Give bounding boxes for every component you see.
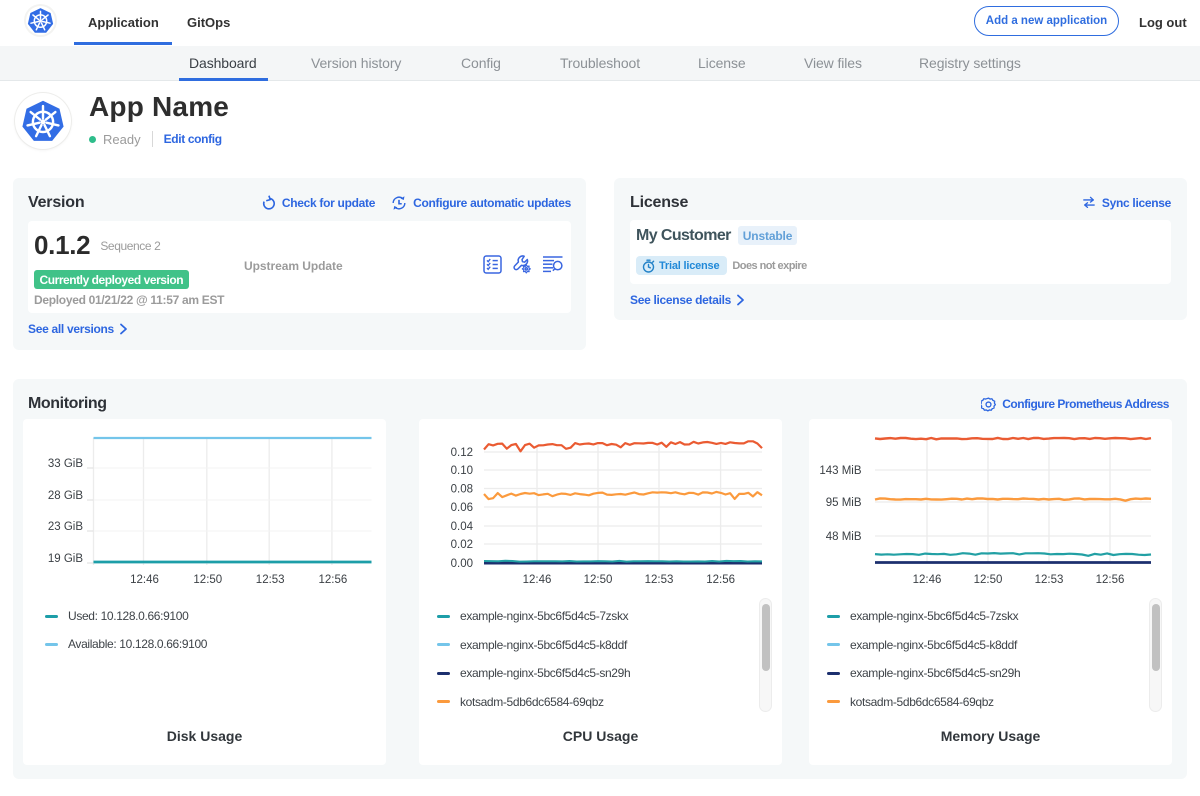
- svg-text:12:53: 12:53: [256, 574, 285, 586]
- svg-text:33 GiB: 33 GiB: [48, 458, 83, 470]
- svg-text:12:53: 12:53: [1035, 574, 1064, 586]
- svg-text:0.04: 0.04: [451, 521, 474, 533]
- svg-text:12:56: 12:56: [1096, 574, 1125, 586]
- svg-text:12:50: 12:50: [974, 574, 1003, 586]
- svg-text:0.10: 0.10: [451, 465, 473, 477]
- svg-text:23 GiB: 23 GiB: [48, 521, 83, 533]
- svg-text:12:46: 12:46: [913, 574, 942, 586]
- svg-text:12:53: 12:53: [645, 574, 674, 586]
- svg-text:0.02: 0.02: [451, 539, 473, 551]
- svg-text:48 MiB: 48 MiB: [826, 531, 862, 543]
- svg-text:0.00: 0.00: [451, 558, 473, 570]
- svg-text:12:46: 12:46: [523, 574, 552, 586]
- svg-text:0.06: 0.06: [451, 502, 473, 514]
- svg-text:12:56: 12:56: [706, 574, 735, 586]
- svg-text:19 GiB: 19 GiB: [48, 553, 83, 565]
- svg-text:143 MiB: 143 MiB: [819, 465, 862, 477]
- svg-text:0.08: 0.08: [451, 484, 473, 496]
- svg-text:12:56: 12:56: [319, 574, 348, 586]
- svg-text:12:46: 12:46: [130, 574, 159, 586]
- svg-text:0.12: 0.12: [451, 447, 473, 459]
- svg-text:95 MiB: 95 MiB: [826, 497, 862, 509]
- svg-text:12:50: 12:50: [584, 574, 613, 586]
- svg-text:12:50: 12:50: [193, 574, 222, 586]
- svg-text:28 GiB: 28 GiB: [48, 490, 83, 502]
